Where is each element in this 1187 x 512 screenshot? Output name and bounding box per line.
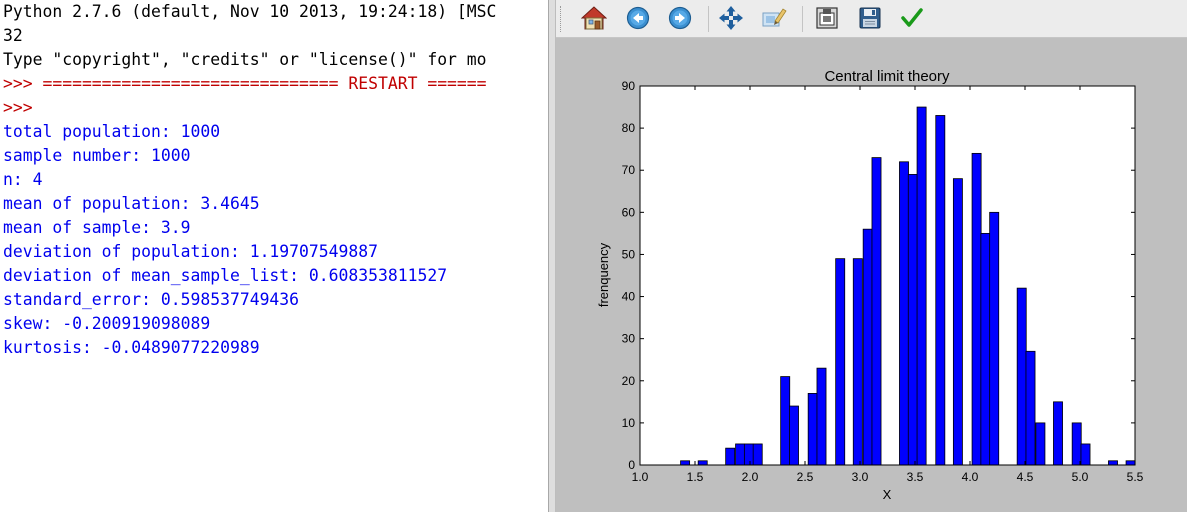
histogram-bar bbox=[1053, 401, 1063, 466]
histogram-bar bbox=[852, 258, 863, 466]
y-tick-label: 40 bbox=[622, 290, 636, 304]
y-tick-label: 70 bbox=[622, 163, 636, 177]
x-tick-label: 1.5 bbox=[687, 470, 704, 484]
y-tick-label: 50 bbox=[622, 247, 636, 261]
histogram-bar bbox=[989, 211, 1000, 466]
figure-canvas: Central limit theory 1.0 1.5 2.0 2.5 3.0 3.5 4… bbox=[556, 38, 1187, 512]
histogram-bar bbox=[743, 443, 754, 466]
shell-banner-line: Type "copyright", "credits" or "license(… bbox=[3, 50, 487, 69]
home-button[interactable] bbox=[580, 4, 608, 32]
histogram-bar bbox=[899, 161, 909, 466]
shell-output-line: skew: -0.200919098089 bbox=[3, 314, 211, 333]
histogram-bar bbox=[1016, 287, 1027, 466]
x-tick-label: 2.5 bbox=[797, 470, 814, 484]
edit-parameters-button[interactable] bbox=[898, 4, 926, 32]
shell-banner-line: Python 2.7.6 (default, Nov 10 2013, 19:2… bbox=[3, 2, 497, 21]
shell-output-line: kurtosis: -0.0489077220989 bbox=[3, 338, 260, 357]
save-icon bbox=[859, 7, 881, 29]
toolbar-separator bbox=[802, 6, 803, 32]
shell-output-line: total population: 1000 bbox=[3, 122, 221, 141]
y-axis-label: frenquency bbox=[596, 242, 611, 307]
histogram-bar bbox=[907, 174, 918, 466]
y-tick-label: 60 bbox=[622, 205, 636, 219]
toolbar-separator bbox=[708, 6, 709, 32]
y-tick-label: 10 bbox=[622, 416, 636, 430]
edit-check-icon bbox=[901, 8, 923, 27]
histogram-bar bbox=[1025, 350, 1036, 466]
histogram-bar bbox=[807, 393, 818, 466]
histogram-bar bbox=[1125, 460, 1136, 466]
subplots-icon bbox=[816, 7, 838, 29]
shell-output-line: deviation of population: 1.19707549887 bbox=[3, 242, 378, 261]
forward-icon bbox=[668, 6, 692, 30]
chart-title: Central limit theory bbox=[824, 68, 950, 85]
histogram-bar bbox=[835, 258, 846, 466]
x-tick-label: 3.5 bbox=[907, 470, 924, 484]
y-tick-label: 30 bbox=[622, 332, 636, 346]
x-tick-label: 5.0 bbox=[1072, 470, 1089, 484]
histogram-bar bbox=[780, 376, 791, 466]
back-button[interactable] bbox=[624, 4, 652, 32]
matplotlib-window: Central limit theory 1.0 1.5 2.0 2.5 3.0 3.5 4… bbox=[556, 0, 1187, 512]
zoom-icon bbox=[762, 8, 787, 27]
shell-prompt-line: >>> bbox=[3, 98, 33, 117]
x-tick-label: 2.0 bbox=[742, 470, 759, 484]
x-tick-label: 4.5 bbox=[1017, 470, 1034, 484]
histogram-bar bbox=[1071, 422, 1082, 466]
navigation-toolbar bbox=[556, 0, 1187, 38]
x-tick-label: 4.0 bbox=[962, 470, 979, 484]
histogram-bar bbox=[1108, 460, 1118, 466]
histogram-bar bbox=[816, 367, 827, 466]
shell-banner-line: 32 bbox=[3, 26, 23, 45]
shell-output-line: deviation of mean_sample_list: 0.6083538… bbox=[3, 266, 448, 285]
shell-prompt-line: >>> ============================== RESTA… bbox=[3, 74, 487, 93]
back-icon bbox=[626, 6, 650, 30]
histogram-bar bbox=[752, 443, 763, 466]
histogram-bar bbox=[971, 152, 982, 466]
histogram-bar bbox=[935, 115, 946, 466]
histogram-bar bbox=[952, 178, 963, 466]
y-tick-label: 20 bbox=[622, 374, 636, 388]
zoom-button[interactable] bbox=[760, 4, 788, 32]
shell-output-line: mean of sample: 3.9 bbox=[3, 218, 191, 237]
x-axis-label: X bbox=[883, 487, 892, 502]
shell-output-line: mean of population: 3.4645 bbox=[3, 194, 260, 213]
save-button[interactable] bbox=[856, 4, 884, 32]
forward-button[interactable] bbox=[666, 4, 694, 32]
histogram-bar bbox=[1080, 443, 1091, 466]
python-shell[interactable]: Python 2.7.6 (default, Nov 10 2013, 19:2… bbox=[0, 0, 548, 512]
histogram-bar bbox=[725, 447, 736, 466]
x-tick-label: 1.0 bbox=[632, 470, 649, 484]
histogram-bar bbox=[871, 157, 882, 466]
window-divider[interactable] bbox=[548, 0, 556, 512]
y-tick-label: 90 bbox=[622, 79, 636, 93]
histogram-bar bbox=[697, 460, 708, 466]
shell-output-line: sample number: 1000 bbox=[3, 146, 191, 165]
histogram-bar bbox=[980, 232, 991, 466]
y-tick-label: 0 bbox=[628, 458, 635, 472]
histogram-bar bbox=[789, 405, 799, 466]
shell-output-line: n: 4 bbox=[3, 170, 43, 189]
subplots-button[interactable] bbox=[813, 4, 841, 32]
y-tick-label: 80 bbox=[622, 121, 636, 135]
histogram-bar bbox=[1035, 422, 1046, 466]
histogram-bar bbox=[862, 228, 873, 466]
x-tick-label: 5.5 bbox=[1127, 470, 1144, 484]
toolbar-grip[interactable] bbox=[560, 6, 564, 32]
pan-button[interactable] bbox=[717, 4, 745, 32]
histogram-bar bbox=[735, 443, 746, 466]
pan-icon bbox=[719, 6, 743, 30]
histogram-bar bbox=[680, 460, 691, 466]
histogram-bar bbox=[916, 106, 927, 466]
home-icon bbox=[581, 6, 607, 30]
shell-output-line: standard_error: 0.598537749436 bbox=[3, 290, 300, 309]
x-tick-label: 3.0 bbox=[852, 470, 869, 484]
